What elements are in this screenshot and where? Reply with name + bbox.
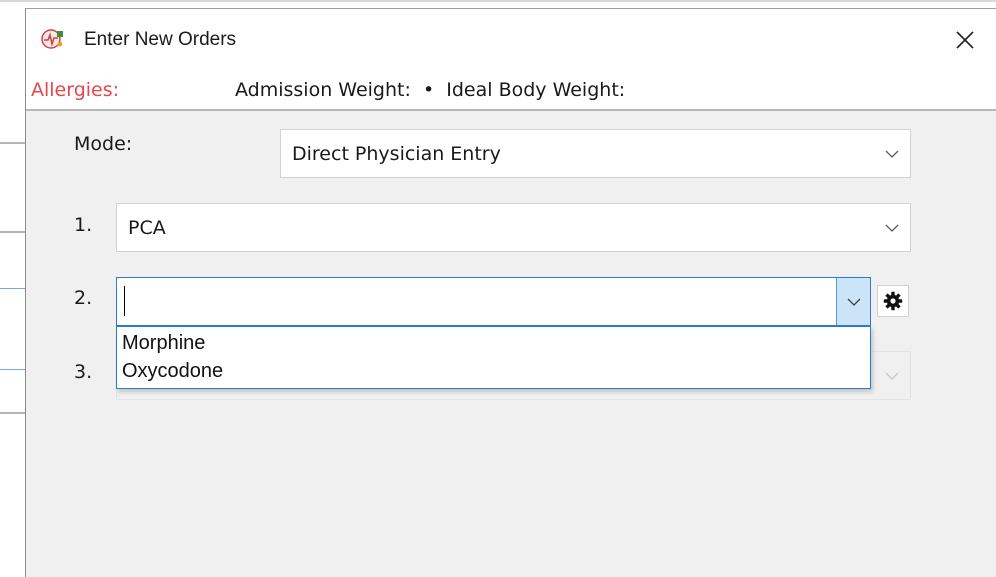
order-2-dropdown-button[interactable]: [836, 278, 870, 325]
dropdown-option-oxycodone[interactable]: Oxycodone: [122, 360, 223, 383]
medical-orders-app-icon: [40, 27, 66, 51]
screen: Enter New Orders Allergies: Admission We…: [0, 0, 996, 577]
patient-info-bar: Allergies: Admission Weight: • Ideal Bod…: [26, 71, 996, 111]
row-1-number: 1.: [74, 214, 93, 236]
mode-value: Direct Physician Entry: [292, 142, 501, 165]
chevron-down-icon: [847, 298, 861, 306]
close-button[interactable]: [934, 9, 996, 71]
background-divider: [0, 412, 25, 414]
mode-select[interactable]: Direct Physician Entry: [280, 129, 911, 178]
background-top-edge: [0, 0, 996, 2]
title-bar: Enter New Orders: [26, 9, 996, 71]
close-icon: [956, 31, 974, 49]
weights-label: Admission Weight: • Ideal Body Weight:: [235, 79, 626, 101]
chevron-down-icon: [885, 224, 899, 232]
order-2-settings-button[interactable]: [877, 285, 909, 317]
chevron-down-icon: [885, 150, 899, 158]
background-divider: [0, 288, 25, 289]
background-divider: [0, 231, 25, 233]
window-title: Enter New Orders: [84, 29, 237, 50]
allergies-label: Allergies:: [31, 79, 120, 101]
chevron-down-icon: [885, 372, 899, 380]
row-2-number: 2.: [74, 287, 93, 309]
mode-label: Mode:: [74, 133, 133, 155]
order-1-select[interactable]: PCA: [116, 203, 911, 252]
text-cursor: [124, 286, 125, 316]
enter-new-orders-dialog: Enter New Orders Allergies: Admission We…: [25, 8, 996, 577]
order-1-value: PCA: [128, 216, 166, 239]
dropdown-option-morphine[interactable]: Morphine: [122, 332, 205, 355]
background-divider: [0, 142, 25, 144]
order-2-dropdown-list: Morphine Oxycodone: [116, 326, 871, 389]
gear-icon: [883, 291, 903, 311]
row-3-number: 3.: [74, 361, 93, 383]
background-divider: [0, 369, 25, 370]
order-2-combobox[interactable]: [116, 277, 871, 326]
